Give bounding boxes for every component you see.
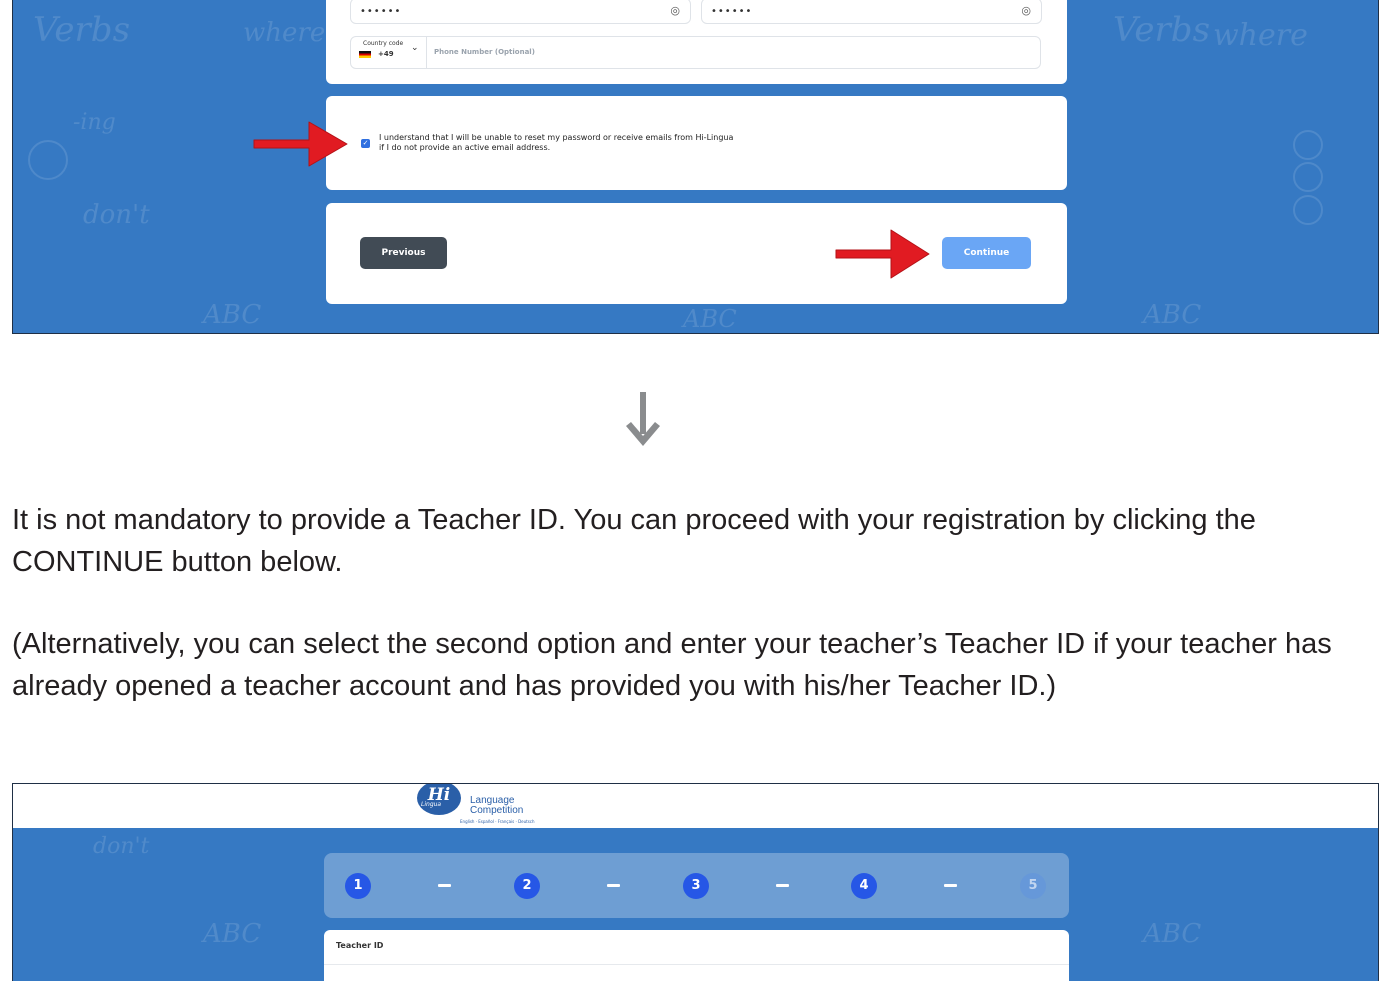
consent-card: ✓ I understand that I will be unable to … [326,96,1067,190]
arrow-down-icon [626,392,660,446]
navigation-card: Previous Continue [326,203,1067,304]
logo-sub: Lingua [421,801,442,808]
step-separator [776,884,789,887]
consent-text: I understand that I will be unable to re… [379,133,733,153]
country-code-select[interactable]: Country code +49 ⌄ [351,37,427,68]
logo-tagline: English · Español · Français · Deutsch [460,819,535,824]
consent-line-2: if I do not provide an active email addr… [379,143,551,152]
consent-line-1: I understand that I will be unable to re… [379,133,734,142]
doodle-dont: don't [93,834,150,859]
doodle-abc-right: ABC [1143,300,1202,330]
site-header: Hi Lingua Language Competition English ·… [13,784,1378,828]
phone-number-row: Country code +49 ⌄ Phone Number (Optiona… [350,36,1041,69]
logo-line-2: Competition [470,805,524,816]
teacher-id-screenshot: Hi Lingua Language Competition English ·… [12,783,1379,981]
step-separator [944,884,957,887]
consent-checkbox[interactable]: ✓ [361,139,370,148]
step-5: 5 [1020,873,1046,899]
doodle-abc: ABC [203,919,262,949]
progress-stepper: 1 2 3 4 5 [324,853,1069,918]
step-2: 2 [514,873,540,899]
password-mask: •••••• [360,6,402,17]
doodle-abc-mid: ABC [683,305,737,333]
doodle-circle-am [1293,130,1323,160]
doodle-abc-right: ABC [1143,919,1202,949]
eye-icon[interactable]: ◎ [1021,4,1031,17]
divider [324,964,1069,965]
step-4: 4 [851,873,877,899]
instruction-paragraph-2: (Alternatively, you can select the secon… [12,628,1332,702]
eye-icon[interactable]: ◎ [670,4,680,17]
previous-button[interactable]: Previous [360,237,447,269]
chevron-down-icon: ⌄ [411,43,419,53]
confirm-password-field[interactable]: •••••• ◎ [701,0,1042,24]
doodle-abc: ABC [203,300,262,330]
doodle-circle [28,140,68,180]
registration-form-screenshot: Verbs where Verbs where -ing don't ABC A… [12,0,1379,334]
doodle-verbs: Verbs [33,10,131,50]
teacher-id-card: Teacher ID [324,930,1069,981]
doodle-circle-is [1293,162,1323,192]
germany-flag-icon [359,51,371,58]
confirm-password-mask: •••••• [711,6,753,17]
doodle-verbs-right: Verbs [1113,10,1211,50]
step-1: 1 [345,873,371,899]
doodle-where-right: where [1213,18,1308,53]
instruction-paragraph-1: It is not mandatory to provide a Teacher… [12,504,1256,578]
red-arrow-checkbox-icon [253,121,348,167]
credentials-card: •••••• ◎ •••••• ◎ Country code +49 ⌄ Pho… [326,0,1067,84]
step-separator [438,884,451,887]
country-code-label: Country code [363,40,404,47]
red-arrow-continue-icon [835,229,930,279]
phone-number-input[interactable]: Phone Number (Optional) [434,48,535,56]
logo-name: Language Competition [470,796,523,816]
doodle-circle-are [1293,195,1323,225]
doodle-dont: don't [83,200,150,230]
teacher-id-title: Teacher ID [336,941,384,950]
step-3: 3 [683,873,709,899]
continue-button[interactable]: Continue [942,237,1031,269]
country-code-value: +49 [378,50,394,58]
hi-lingua-logo[interactable]: Hi [417,784,461,815]
doodle-ing: -ing [73,110,116,135]
step-separator [607,884,620,887]
doodle-where: where [243,18,326,48]
password-field[interactable]: •••••• ◎ [350,0,691,24]
